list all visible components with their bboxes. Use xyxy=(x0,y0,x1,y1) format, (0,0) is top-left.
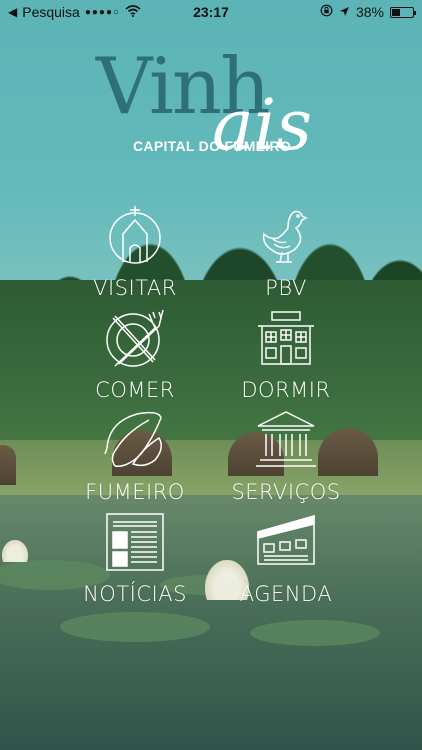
menu-label: COMER xyxy=(95,378,175,402)
menu-label: VISITAR xyxy=(93,276,177,300)
menu-label: PBV xyxy=(265,276,307,300)
menu-noticias[interactable]: NOTÍCIAS xyxy=(55,510,215,608)
logo-subtitle: CAPITAL DO FUMEIRO xyxy=(133,138,292,154)
battery-icon xyxy=(390,6,416,18)
newspaper-icon xyxy=(106,513,164,571)
clock: 23:17 xyxy=(193,4,229,20)
menu-dormir[interactable]: DORMIR xyxy=(206,306,366,404)
menu-label: NOTÍCIAS xyxy=(83,582,187,606)
menu-agenda[interactable]: AGENDA xyxy=(206,510,366,608)
menu-pbv[interactable]: PBV xyxy=(206,204,366,302)
house-icon xyxy=(258,311,314,365)
menu-fumeiro[interactable]: FUMEIRO xyxy=(55,408,215,506)
menu-label: FUMEIRO xyxy=(85,480,185,504)
plate-cutlery-icon xyxy=(106,309,164,367)
institution-icon xyxy=(256,411,316,467)
chapel-icon xyxy=(109,206,161,264)
menu-visitar[interactable]: VISITAR xyxy=(55,204,215,302)
calendar-icon xyxy=(257,515,315,565)
menu-label: AGENDA xyxy=(239,582,333,606)
menu-servicos[interactable]: SERVIÇOS xyxy=(206,408,366,506)
chicken-icon xyxy=(262,210,308,263)
vinhais-logo: Vinh ais CAPITAL DO FUMEIRO xyxy=(0,48,422,178)
sausage-icon xyxy=(104,411,162,467)
status-bar: ◀ Pesquisa ●●●●○ 23:17 38% xyxy=(0,0,422,24)
menu-label: SERVIÇOS xyxy=(231,480,341,504)
menu-label: DORMIR xyxy=(241,378,331,402)
menu-comer[interactable]: COMER xyxy=(55,306,215,404)
